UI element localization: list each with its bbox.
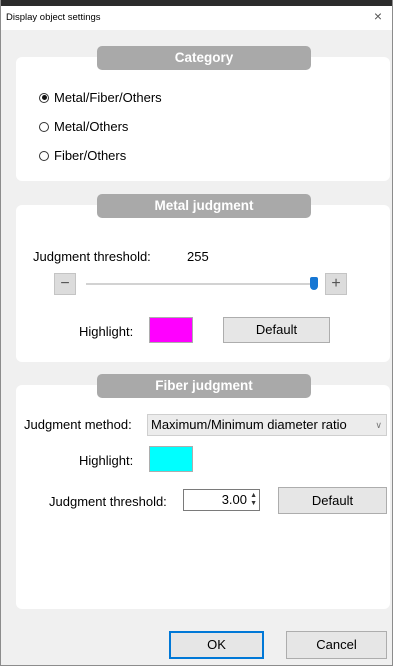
settings-dialog: Display object settings × Category Metal… <box>0 0 393 666</box>
decrease-button[interactable]: − <box>54 273 76 295</box>
judgment-method-value: Maximum/Minimum diameter ratio <box>151 417 347 432</box>
category-header: Category <box>97 46 311 70</box>
ok-button[interactable]: OK <box>169 631 264 659</box>
radio-unselected-icon <box>39 121 49 132</box>
metal-judgment-header: Metal judgment <box>97 194 311 218</box>
cancel-button[interactable]: Cancel <box>286 631 387 659</box>
fiber-judgment-header: Fiber judgment <box>97 374 311 398</box>
radio-metal-fiber-others[interactable]: Metal/Fiber/Others <box>39 90 162 105</box>
chevron-down-icon: ∨ <box>375 420 382 430</box>
radio-label: Metal/Fiber/Others <box>54 90 162 105</box>
increase-button[interactable]: + <box>325 273 347 295</box>
judgment-method-dropdown[interactable]: Maximum/Minimum diameter ratio ∨ <box>147 414 387 436</box>
metal-threshold-value: 255 <box>187 249 209 264</box>
metal-default-button[interactable]: Default <box>223 317 330 343</box>
close-icon[interactable]: × <box>370 8 386 24</box>
fiber-highlight-color-swatch[interactable] <box>149 446 193 472</box>
radio-metal-others[interactable]: Metal/Others <box>39 119 128 134</box>
title-bar: Display object settings × <box>1 0 392 30</box>
metal-highlight-color-swatch[interactable] <box>149 317 193 343</box>
fiber-threshold-input[interactable]: 3.00 ▲ ▼ <box>183 489 260 511</box>
fiber-highlight-label: Highlight: <box>79 453 134 468</box>
window-title: Display object settings <box>6 12 101 23</box>
fiber-threshold-label: Judgment threshold: <box>49 494 167 509</box>
threshold-slider-thumb[interactable] <box>310 277 318 290</box>
radio-unselected-icon <box>39 150 49 161</box>
threshold-slider-track[interactable] <box>86 283 318 285</box>
fiber-method-label: Judgment method: <box>24 417 132 432</box>
radio-fiber-others[interactable]: Fiber/Others <box>39 148 126 163</box>
spinner-arrows-icon[interactable]: ▲ ▼ <box>249 492 257 508</box>
radio-label: Fiber/Others <box>54 148 127 163</box>
fiber-default-button[interactable]: Default <box>278 487 387 514</box>
metal-highlight-label: Highlight: <box>79 324 134 339</box>
fiber-threshold-value: 3.00 <box>221 492 247 507</box>
metal-threshold-label: Judgment threshold: <box>33 249 151 264</box>
radio-selected-icon <box>39 92 49 103</box>
radio-label: Metal/Others <box>54 119 129 134</box>
